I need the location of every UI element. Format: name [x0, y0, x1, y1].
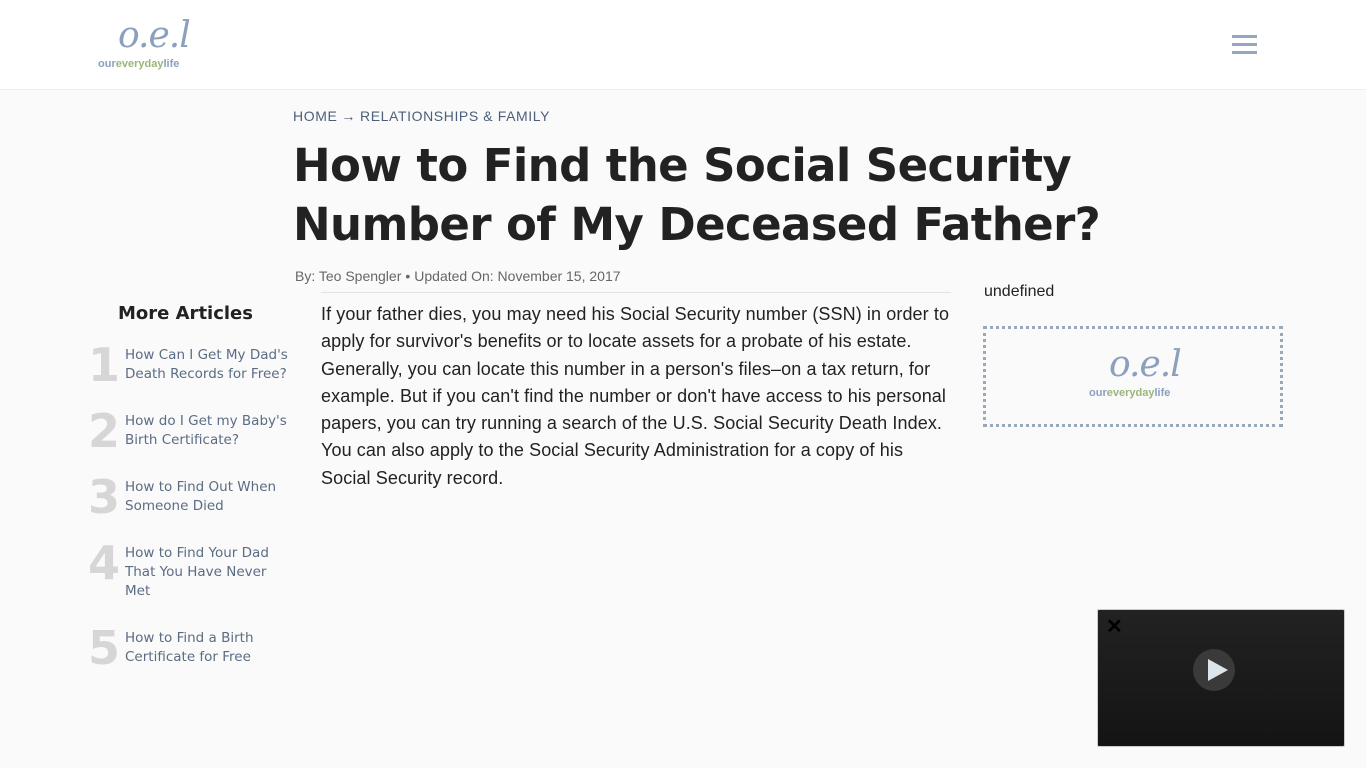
close-icon[interactable]: ✕ — [1106, 616, 1123, 638]
breadcrumb: HOME → RELATIONSHIPS & FAMILY — [293, 108, 550, 124]
divider — [321, 292, 951, 293]
byline: By: Teo Spengler • Updated On: November 15… — [295, 268, 621, 284]
item-number: 1 — [88, 338, 121, 392]
breadcrumb-category[interactable]: RELATIONSHIPS & FAMILY — [360, 108, 550, 124]
more-articles-sidebar: More Articles 1 How Can I Get My Dad's D… — [88, 300, 298, 673]
logo-mark: o.e.l — [118, 15, 191, 56]
site-logo[interactable]: o.e.l oureverydaylife — [98, 15, 198, 74]
play-icon[interactable] — [1193, 649, 1235, 691]
site-header: o.e.l oureverydaylife — [0, 0, 1366, 90]
sidebar-item-link[interactable]: How Can I Get My Dad's Death Records for… — [125, 346, 293, 384]
hamburger-menu-icon[interactable] — [1230, 32, 1258, 58]
logo-mark: o.e.l — [1109, 344, 1182, 385]
page-title: How to Find the Social Security Number o… — [293, 139, 1101, 251]
logo-wordmark: oureverydaylife — [1089, 387, 1171, 399]
sidebar-item-link[interactable]: How to Find Your Dad That You Have Never… — [125, 544, 275, 601]
item-number: 3 — [88, 470, 121, 524]
updated-date: Updated On: November 15, 2017 — [414, 268, 621, 284]
byline-separator: • — [405, 268, 411, 284]
item-number: 2 — [88, 404, 121, 458]
item-number: 4 — [88, 536, 121, 590]
sidebar-item-link[interactable]: How do I Get my Baby's Birth Certificate… — [125, 412, 293, 450]
author: By: Teo Spengler — [295, 268, 402, 284]
floating-video-player[interactable]: ✕ — [1097, 609, 1345, 747]
right-rail-label: undefined — [984, 283, 1055, 300]
sidebar-item-link[interactable]: How to Find Out When Someone Died — [125, 478, 293, 516]
sidebar-heading: More Articles — [118, 303, 253, 324]
breadcrumb-arrow-icon: → — [341, 108, 357, 124]
ad-placeholder[interactable]: o.e.l oureverydaylife — [983, 326, 1283, 427]
logo-wordmark: oureverydaylife — [98, 58, 180, 70]
item-number: 5 — [88, 621, 121, 675]
sidebar-item-link[interactable]: How to Find a Birth Certificate for Free — [125, 629, 265, 667]
ad-logo: o.e.l oureverydaylife — [1089, 344, 1189, 403]
breadcrumb-home[interactable]: HOME — [293, 108, 337, 124]
article-body: If your father dies, you may need his So… — [321, 304, 950, 488]
